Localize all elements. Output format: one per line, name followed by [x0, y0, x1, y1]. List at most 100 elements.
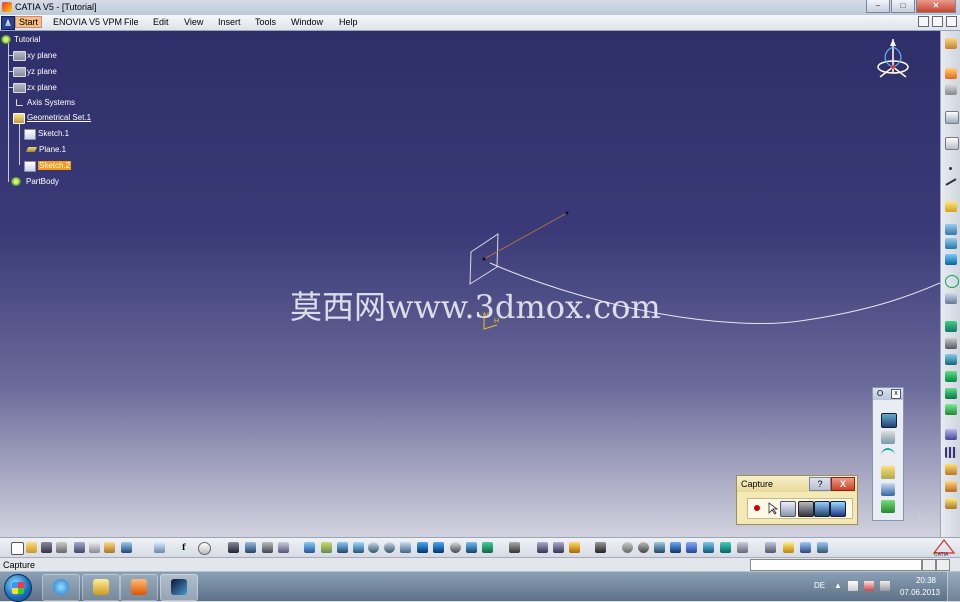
iso-view-icon[interactable]	[417, 542, 428, 553]
sweep-icon[interactable]	[945, 354, 957, 365]
capture-help-button[interactable]: ?	[809, 477, 831, 491]
rotate-icon[interactable]	[945, 498, 957, 509]
update-icon[interactable]	[509, 542, 520, 553]
sketch-tool-icon[interactable]	[945, 84, 957, 95]
knowledge-icon[interactable]	[783, 542, 794, 553]
menu-file[interactable]: File	[124, 17, 139, 27]
compass-icon[interactable]	[874, 37, 912, 83]
fly-mode-icon[interactable]	[304, 542, 315, 553]
shading-icon[interactable]	[450, 542, 461, 553]
conic-icon[interactable]	[881, 466, 895, 479]
record-icon[interactable]	[750, 501, 764, 515]
menu-enovia[interactable]: ENOVIA V5 VPM	[53, 17, 122, 27]
refresh-icon[interactable]	[622, 542, 633, 553]
action-center-icon[interactable]	[864, 581, 874, 591]
capture-close-button[interactable]: X	[831, 477, 855, 491]
doc-restore-button[interactable]	[932, 16, 943, 27]
rotate-view-icon[interactable]	[353, 542, 364, 553]
translate-icon[interactable]	[945, 481, 957, 492]
menu-help[interactable]: Help	[339, 17, 358, 27]
pan-icon[interactable]	[337, 542, 348, 553]
cut-icon[interactable]	[74, 542, 85, 553]
fit-all-icon[interactable]	[321, 542, 332, 553]
select-icon[interactable]	[945, 68, 957, 79]
close-button[interactable]: ✕	[916, 0, 956, 13]
capture-toolbar[interactable]: Capture ? X	[736, 475, 858, 525]
navigation-icon[interactable]	[654, 542, 665, 553]
circle-tool-icon[interactable]	[945, 254, 957, 265]
command-button[interactable]	[922, 559, 936, 571]
show-desktop-button[interactable]	[947, 572, 960, 601]
doc-close-button[interactable]	[946, 16, 957, 27]
new-icon[interactable]	[11, 542, 24, 555]
color-icon[interactable]	[703, 542, 714, 553]
command-stop-button[interactable]	[936, 559, 950, 571]
windows-start-button[interactable]	[4, 574, 32, 602]
point-icon[interactable]	[949, 167, 952, 170]
menu-window[interactable]: Window	[291, 17, 323, 27]
taskbar-explorer-button[interactable]	[82, 574, 120, 601]
lock-icon[interactable]	[569, 542, 580, 553]
menu-insert[interactable]: Insert	[218, 17, 241, 27]
capture-window-icon[interactable]	[798, 501, 814, 517]
fill-icon[interactable]	[945, 388, 957, 399]
pattern-icon[interactable]	[945, 447, 957, 458]
taskbar-ie-button[interactable]	[42, 574, 80, 601]
intersection-icon[interactable]	[945, 238, 957, 249]
organize-icon[interactable]	[765, 542, 776, 553]
clock-time[interactable]: 20:38	[916, 576, 936, 585]
loft-icon[interactable]	[945, 371, 957, 382]
floating-toolbar-close-button[interactable]: x	[891, 389, 901, 399]
zoom-out-icon[interactable]	[384, 542, 395, 553]
capture-area-icon[interactable]	[780, 501, 796, 517]
constraint-dim-icon[interactable]	[553, 542, 564, 553]
save-icon[interactable]	[41, 542, 52, 553]
catia-app-icon[interactable]	[2, 2, 12, 12]
analysis-icon[interactable]	[245, 542, 256, 553]
exit-workbench-icon[interactable]	[945, 137, 959, 150]
swap-space-icon[interactable]	[482, 542, 493, 553]
copy-icon[interactable]	[89, 542, 100, 553]
menu-view[interactable]: View	[184, 17, 203, 27]
language-indicator[interactable]: DE	[814, 581, 825, 590]
clock-icon[interactable]	[638, 542, 649, 553]
grid-icon[interactable]	[228, 542, 239, 553]
arc-icon[interactable]	[881, 448, 895, 463]
show-hidden-icons-icon[interactable]: ▲	[834, 581, 844, 591]
plane-icon[interactable]	[945, 201, 957, 212]
document-icon[interactable]	[1, 16, 15, 30]
measure-icon[interactable]	[278, 542, 289, 553]
revolve-icon[interactable]	[945, 338, 957, 349]
tool-icon[interactable]	[945, 38, 957, 49]
command-input[interactable]	[750, 559, 922, 571]
floating-toolbar-header[interactable]: O x	[873, 388, 903, 400]
transform-icon[interactable]	[945, 464, 957, 475]
whats-this-icon[interactable]	[154, 542, 165, 553]
constraint-icon[interactable]	[881, 500, 895, 513]
minimize-button[interactable]: –	[866, 0, 890, 13]
network-icon[interactable]	[880, 581, 890, 591]
capture-album-icon[interactable]	[830, 501, 846, 517]
spline-tool-icon[interactable]	[881, 483, 895, 496]
spline-icon[interactable]	[945, 293, 957, 304]
taskbar-media-button[interactable]	[120, 574, 158, 601]
formula-icon[interactable]: f	[182, 542, 196, 553]
hide-show-icon[interactable]	[466, 542, 477, 553]
reference-icon[interactable]	[800, 542, 811, 553]
multi-section-icon[interactable]	[945, 404, 957, 415]
catalog-icon[interactable]	[262, 542, 273, 553]
open-icon[interactable]	[26, 542, 37, 553]
menu-start[interactable]: Start	[15, 16, 43, 28]
material-icon[interactable]	[720, 542, 731, 553]
dimension-icon[interactable]	[537, 542, 548, 553]
join-icon[interactable]	[945, 429, 957, 440]
menu-tools[interactable]: Tools	[255, 17, 276, 27]
layers-icon[interactable]	[817, 542, 828, 553]
projection-icon[interactable]	[945, 224, 957, 235]
menu-edit[interactable]: Edit	[153, 17, 169, 27]
doc-minimize-button[interactable]	[918, 16, 929, 27]
front-view-icon[interactable]	[433, 542, 444, 553]
macro-icon[interactable]	[595, 542, 606, 553]
profile-icon[interactable]	[881, 431, 895, 444]
floating-toolbar[interactable]: O x	[872, 387, 904, 521]
